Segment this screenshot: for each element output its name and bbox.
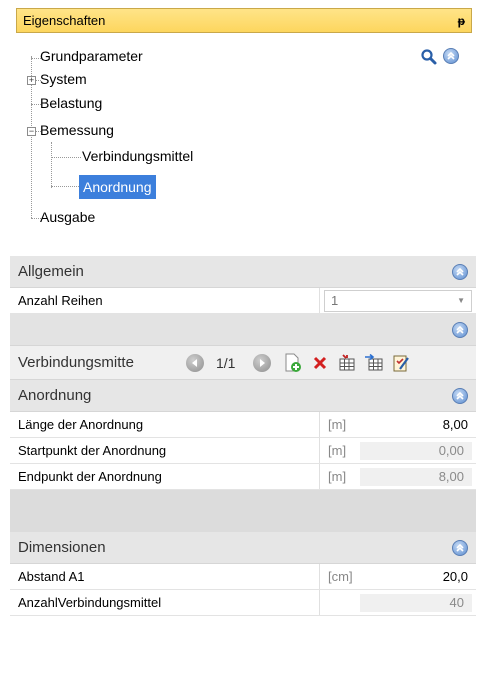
row-endpunkt-anordnung: Endpunkt der Anordnung [m] 8,00 [10, 464, 476, 490]
section-anordnung[interactable]: Anordnung [10, 380, 476, 412]
delete-icon[interactable] [309, 352, 331, 374]
tree-item-grundparameter[interactable]: Grundparameter [40, 46, 143, 66]
row-anzahl-reihen: Anzahl Reihen 1 ▼ [10, 288, 476, 314]
page-indicator: 1/1 [216, 354, 236, 371]
section-allgemein[interactable]: Allgemein [10, 256, 476, 288]
tree-item-belastung[interactable]: Belastung [40, 93, 102, 113]
section-spacer [10, 490, 476, 532]
checklist-edit-icon[interactable] [390, 352, 412, 374]
collapse-icon[interactable] [452, 263, 468, 280]
tree-item-label: Verbindungsmittel [82, 148, 194, 164]
unit-label: [m] [328, 443, 347, 458]
unit-label: [m] [328, 417, 347, 432]
row-laenge-anordnung: Länge der Anordnung [m] 8,00 [10, 412, 476, 438]
tree-item-anordnung[interactable]: Anordnung [79, 175, 156, 199]
expand-icon[interactable]: + [27, 76, 36, 85]
row-startpunkt-anordnung: Startpunkt der Anordnung [m] 0,00 [10, 438, 476, 464]
section-title: Anordnung [18, 387, 92, 404]
row-anzahl-verbindungsmittel: AnzahlVerbindungsmittel 40 [10, 590, 476, 616]
startpunkt-anordnung-value: 0,00 [360, 441, 472, 460]
pin-icon[interactable]: ᵽ [458, 14, 465, 28]
property-grid: Allgemein Anzahl Reihen 1 ▼ Verbindungsm… [10, 256, 476, 616]
property-label: Startpunkt der Anordnung [10, 438, 320, 463]
property-label: Abstand A1 [10, 564, 320, 589]
collapse-icon[interactable] [452, 387, 468, 404]
anzahl-verbindungsmittel-value: 40 [360, 593, 472, 612]
tree-item-system[interactable]: System [40, 69, 87, 89]
tree-item-ausgabe[interactable]: Ausgabe [40, 207, 95, 227]
panel-title: Eigenschaften [23, 13, 106, 28]
add-document-icon[interactable] [282, 352, 304, 374]
table-import-icon[interactable] [363, 352, 385, 374]
property-label: Anzahl Reihen [10, 288, 320, 313]
unit-label: [m] [328, 469, 347, 484]
section-empty[interactable] [10, 314, 476, 346]
property-label: Endpunkt der Anordnung [10, 464, 320, 489]
unit-label: [cm] [328, 569, 353, 584]
property-label: Länge der Anordnung [10, 412, 320, 437]
select-value: 1 [331, 293, 339, 308]
collapse-icon[interactable] [452, 321, 468, 338]
collapse-tree-icon[interactable]: − [27, 127, 36, 136]
abstand-a1-value[interactable]: 20,0 [360, 564, 476, 589]
navigation-tree: Grundparameter + System Belastung − Beme… [16, 40, 416, 230]
tree-item-label: Grundparameter [40, 48, 143, 64]
navigator-label: Verbindungsmitte [18, 354, 134, 371]
section-dimensionen[interactable]: Dimensionen [10, 532, 476, 564]
tree-item-label: System [40, 71, 87, 87]
verbindungsmittel-navigator: Verbindungsmitte 1/1 [10, 346, 476, 380]
properties-title-bar: Eigenschaften ᵽ [16, 8, 472, 33]
tree-item-label: Belastung [40, 95, 103, 111]
tree-item-label: Ausgabe [40, 209, 96, 225]
table-insert-icon[interactable] [336, 352, 358, 374]
tree-item-verbindungsmittel[interactable]: Verbindungsmittel [82, 146, 193, 166]
tree-item-bemessung[interactable]: Bemessung [40, 120, 114, 140]
endpunkt-anordnung-value: 8,00 [360, 467, 472, 486]
laenge-anordnung-value[interactable]: 8,00 [360, 412, 476, 437]
section-title: Allgemein [18, 263, 84, 280]
next-icon[interactable] [253, 353, 272, 372]
previous-icon[interactable] [186, 353, 204, 372]
section-title: Dimensionen [18, 539, 106, 556]
property-label: AnzahlVerbindungsmittel [10, 590, 320, 615]
tree-item-label: Bemessung [40, 122, 114, 138]
search-icon[interactable] [420, 48, 438, 66]
collapse-icon[interactable] [443, 48, 459, 64]
tree-item-label: Anordnung [83, 179, 152, 195]
anzahl-reihen-select[interactable]: 1 ▼ [324, 289, 472, 312]
row-abstand-a1: Abstand A1 [cm] 20,0 [10, 564, 476, 590]
collapse-icon[interactable] [452, 539, 468, 556]
chevron-down-icon: ▼ [457, 296, 465, 305]
